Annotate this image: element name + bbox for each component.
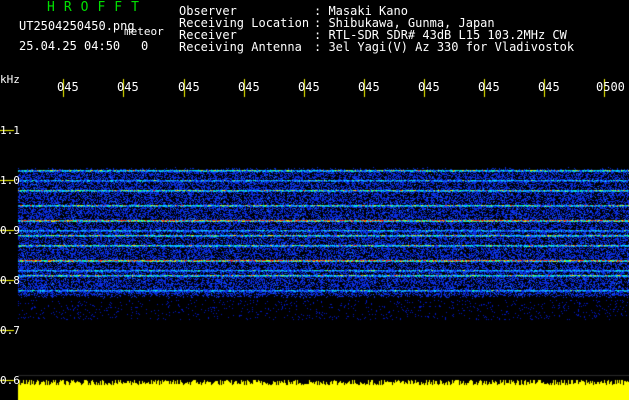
time-tick-label: 045 bbox=[358, 80, 380, 94]
y-axis-unit: kHz bbox=[0, 73, 20, 86]
file-type-label: meteor bbox=[124, 25, 164, 38]
antenna-label: Receiving Antenna bbox=[179, 40, 302, 54]
time-tick-label: 045 bbox=[238, 80, 260, 94]
time-tick-label: 045 bbox=[418, 80, 440, 94]
time-tick-label: 045 bbox=[117, 80, 139, 94]
freq-tick-label: 0.7 bbox=[0, 324, 20, 337]
time-tick-label: 045 bbox=[178, 80, 200, 94]
meteor-count: 0 bbox=[141, 39, 149, 53]
time-tick-label: 045 bbox=[478, 80, 500, 94]
hrofft-window: HROFFT UT2504250450.png meteor 25.04.25 … bbox=[0, 0, 629, 400]
freq-tick-label: 1.0 bbox=[0, 174, 20, 187]
freq-tick-label: 0.8 bbox=[0, 274, 20, 287]
time-tick-label: 045 bbox=[57, 80, 79, 94]
time-tick-label: 045 bbox=[298, 80, 320, 94]
observation-datetime: 25.04.25 04:50 bbox=[19, 39, 121, 53]
time-tick-label: 045 bbox=[538, 80, 560, 94]
freq-tick-label: 0.9 bbox=[0, 224, 20, 237]
freq-tick-label: 0.6 bbox=[0, 374, 20, 387]
time-tick-label: 0500 bbox=[596, 80, 625, 94]
antenna-value: : 3el Yagi(V) Az 330 for Vladivostok bbox=[314, 40, 575, 54]
app-title: HROFFT bbox=[47, 0, 148, 15]
freq-tick-label: 1.1 bbox=[0, 124, 20, 137]
spectrogram-canvas bbox=[0, 0, 629, 400]
file-name: UT2504250450.png bbox=[19, 19, 135, 33]
